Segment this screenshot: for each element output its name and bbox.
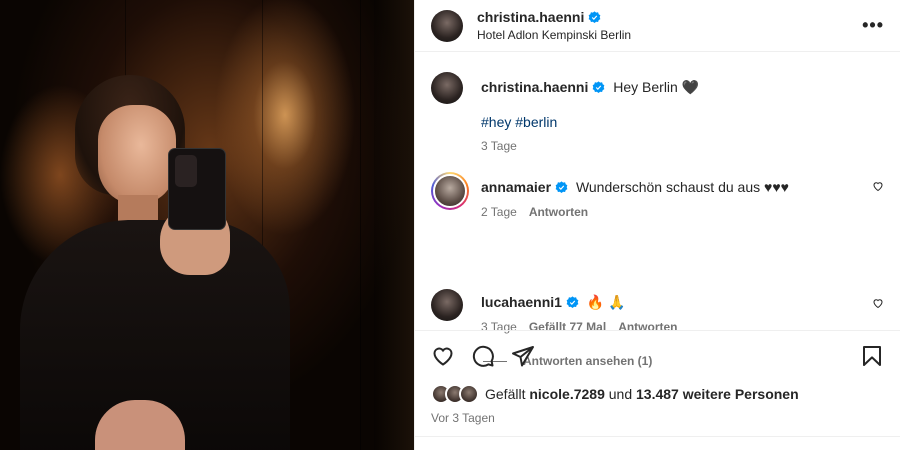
comment-text: Wunderschön schaust du aus ♥♥♥ [575, 179, 789, 195]
author-username-wrap: christina.haenni [477, 9, 631, 25]
post-date[interactable]: Vor 3 Tagen [431, 411, 495, 425]
likes-middle: und [608, 386, 633, 402]
caption-content: christina.haenni Hey Berlin 🖤 #hey #berl… [481, 72, 884, 153]
commenter-avatar[interactable] [431, 289, 463, 321]
liker-avatar [459, 384, 479, 404]
comment-line: annamaier Wunderschön schaust du aus ♥♥♥ [481, 178, 884, 196]
comment-icon[interactable] [471, 344, 495, 368]
caption-time[interactable]: 3 Tage [481, 139, 517, 153]
author-username[interactable]: christina.haenni [477, 9, 584, 25]
comment-content: annamaier Wunderschön schaust du aus ♥♥♥… [481, 172, 884, 219]
caption-avatar[interactable] [431, 72, 463, 104]
photo-edge-shadow [374, 0, 414, 450]
post-sidebar: christina.haenni Hotel Adlon Kempinski B… [414, 0, 900, 450]
heart-icon[interactable] [431, 344, 455, 368]
comment-text: 🔥 🙏 [586, 294, 626, 310]
comment-author[interactable]: lucahaenni1 [481, 293, 562, 311]
divider [415, 436, 900, 437]
verified-badge-icon [566, 295, 579, 308]
comment-like-heart-icon[interactable] [872, 297, 884, 309]
likes-count[interactable]: 13.487 weitere Personen [636, 386, 799, 402]
wall-panel-line [360, 0, 361, 450]
verified-badge-icon [589, 10, 601, 23]
commenter-avatar-story-ring[interactable] [431, 172, 469, 210]
photo-phone-camera [175, 155, 197, 187]
caption-line: christina.haenni Hey Berlin 🖤 [481, 78, 884, 96]
verified-badge-icon [593, 80, 605, 93]
caption-author[interactable]: christina.haenni [481, 78, 588, 96]
comment-author[interactable]: annamaier [481, 178, 551, 196]
caption-meta: 3 Tage [481, 139, 884, 153]
comment-author-wrap: lucahaenni1 [481, 293, 579, 311]
header-text: christina.haenni Hotel Adlon Kempinski B… [477, 9, 631, 42]
photo-face [98, 105, 176, 205]
likes-prefix: Gefällt [485, 386, 526, 402]
commenter-avatar [433, 174, 467, 208]
caption-author-wrap: christina.haenni [481, 78, 605, 96]
comment-meta: 2 Tage Antworten [481, 205, 884, 219]
save-icon[interactable] [860, 344, 884, 368]
comment-row: lucahaenni1 🔥 🙏 3 Tage Gefällt 77 Mal An… [431, 289, 884, 334]
likes-summary: Gefällt nicole.7289 und 13.487 weitere P… [431, 384, 799, 404]
post-photo[interactable] [0, 0, 414, 450]
comment-line: lucahaenni1 🔥 🙏 [481, 293, 884, 311]
reply-button[interactable]: Antworten [529, 205, 588, 219]
likes-user[interactable]: nicole.7289 [529, 386, 605, 402]
caption-row: christina.haenni Hey Berlin 🖤 #hey #berl… [431, 72, 884, 153]
comments-section: christina.haenni Hey Berlin 🖤 #hey #berl… [415, 52, 900, 368]
verified-badge-icon [555, 180, 568, 193]
caption-hashtags[interactable]: #hey #berlin [481, 114, 884, 130]
share-icon[interactable] [511, 344, 535, 368]
post-location[interactable]: Hotel Adlon Kempinski Berlin [477, 28, 631, 42]
caption-text: Hey Berlin 🖤 [613, 79, 700, 95]
comment-row: annamaier Wunderschön schaust du aus ♥♥♥… [431, 172, 884, 219]
comment-time[interactable]: 2 Tage [481, 205, 517, 219]
comment-like-heart-icon[interactable] [872, 180, 884, 192]
comment-content: lucahaenni1 🔥 🙏 3 Tage Gefällt 77 Mal An… [481, 289, 884, 334]
liker-avatars [431, 384, 479, 404]
comment-author-wrap: annamaier [481, 178, 568, 196]
more-options-icon[interactable]: ••• [862, 15, 884, 36]
author-avatar[interactable] [431, 9, 463, 42]
post-actions-bar [415, 330, 900, 380]
post-header: christina.haenni Hotel Adlon Kempinski B… [415, 0, 900, 52]
